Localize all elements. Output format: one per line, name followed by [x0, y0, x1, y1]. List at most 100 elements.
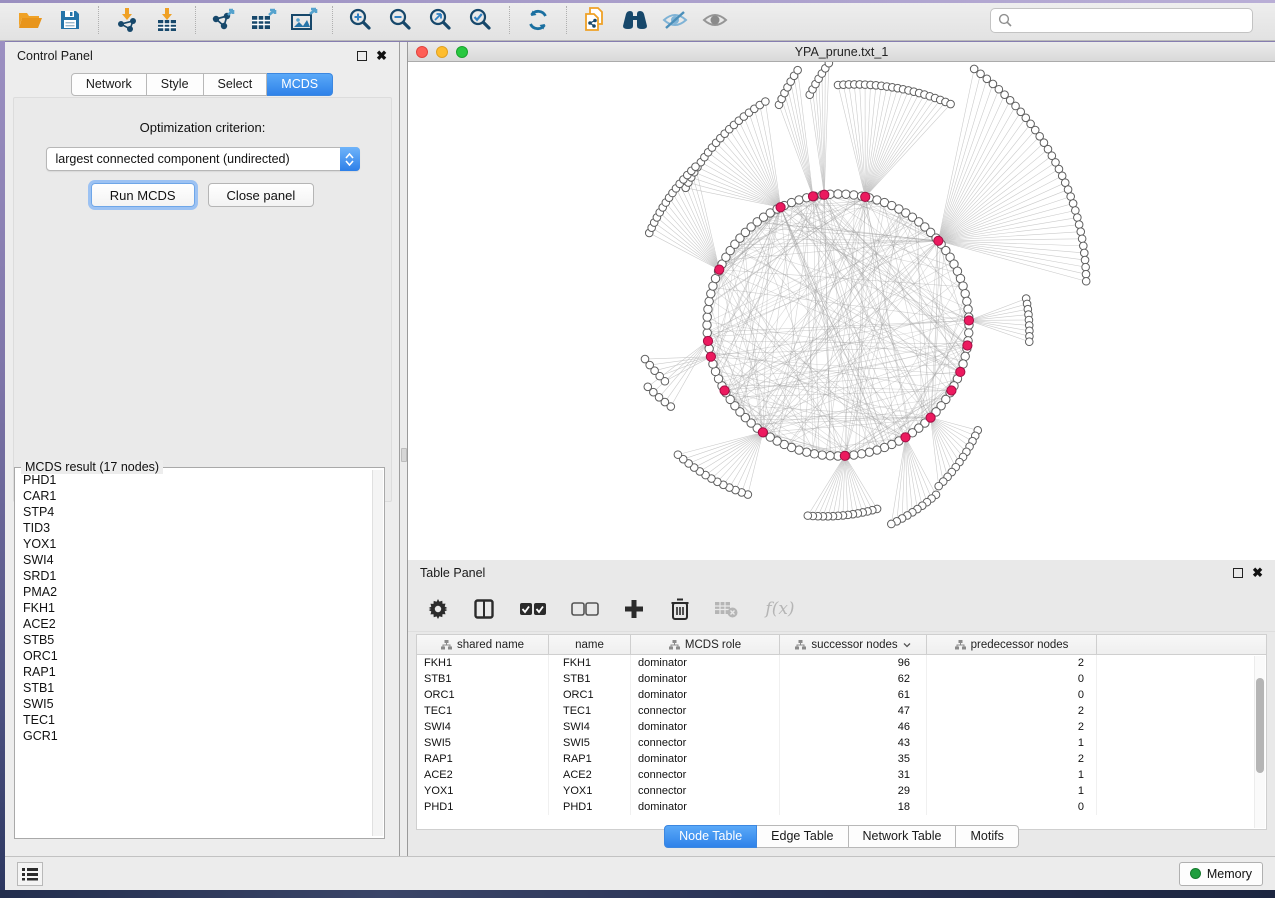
network-node[interactable] — [857, 450, 865, 458]
network-node[interactable] — [705, 297, 713, 305]
cell-name[interactable]: PHD1 — [549, 799, 631, 815]
mcds-result-item[interactable]: ACE2 — [23, 616, 371, 632]
network-leaf-node[interactable] — [825, 62, 833, 67]
mcds-node[interactable] — [715, 265, 724, 274]
mcds-result-item[interactable]: FKH1 — [23, 600, 371, 616]
network-node[interactable] — [703, 313, 711, 321]
mcds-result-item[interactable]: SWI4 — [23, 552, 371, 568]
tab-select[interactable]: Select — [204, 73, 268, 96]
network-node[interactable] — [961, 352, 969, 360]
table-row[interactable]: RAP1RAP1dominator352 — [417, 751, 1266, 767]
show-columns-icon[interactable] — [472, 597, 496, 621]
settings-icon[interactable] — [426, 597, 450, 621]
network-node[interactable] — [810, 450, 818, 458]
table-row[interactable]: SWI5SWI5connector431 — [417, 735, 1266, 751]
add-row-icon[interactable] — [622, 597, 646, 621]
mcds-node[interactable] — [703, 336, 712, 345]
cell-mcds-role[interactable]: dominator — [631, 671, 780, 687]
network-leaf-node[interactable] — [1025, 338, 1033, 346]
network-node[interactable] — [704, 305, 712, 313]
network-leaf-node[interactable] — [1080, 249, 1088, 257]
zoom-fit-icon[interactable] — [424, 4, 458, 36]
memory-button[interactable]: Memory — [1179, 862, 1263, 886]
network-leaf-node[interactable] — [970, 65, 978, 73]
cell-shared-name[interactable]: STB1 — [417, 671, 549, 687]
mcds-node[interactable] — [956, 367, 965, 376]
deselect-all-icon[interactable] — [570, 597, 600, 621]
column-header-successor-nodes[interactable]: successor nodes — [780, 635, 927, 654]
cell-name[interactable]: SWI4 — [549, 719, 631, 735]
cell-predecessor-nodes[interactable]: 0 — [927, 671, 1097, 687]
task-history-button[interactable] — [17, 862, 43, 886]
select-all-icon[interactable] — [518, 597, 548, 621]
table-row[interactable]: ORC1ORC1dominator610 — [417, 687, 1266, 703]
network-canvas[interactable] — [408, 62, 1275, 560]
export-image-icon[interactable] — [287, 4, 321, 36]
table-scrollbar[interactable] — [1254, 656, 1265, 828]
export-network-icon[interactable] — [207, 4, 241, 36]
cell-mcds-role[interactable]: connector — [631, 735, 780, 751]
cell-shared-name[interactable]: RAP1 — [417, 751, 549, 767]
cell-successor-nodes[interactable]: 31 — [780, 767, 927, 783]
cell-shared-name[interactable]: SWI5 — [417, 735, 549, 751]
zoom-out-icon[interactable] — [384, 4, 418, 36]
cell-mcds-role[interactable]: dominator — [631, 655, 780, 671]
cell-shared-name[interactable]: FKH1 — [417, 655, 549, 671]
open-file-icon[interactable] — [13, 4, 47, 36]
cell-name[interactable]: RAP1 — [549, 751, 631, 767]
network-leaf-node[interactable] — [888, 520, 896, 528]
cell-mcds-role[interactable]: dominator — [631, 719, 780, 735]
network-leaf-node[interactable] — [1080, 242, 1088, 250]
cell-successor-nodes[interactable]: 18 — [780, 799, 927, 815]
mcds-node[interactable] — [758, 428, 767, 437]
cell-successor-nodes[interactable]: 35 — [780, 751, 927, 767]
mcds-result-item[interactable]: YOX1 — [23, 536, 371, 552]
column-header-shared-name[interactable]: shared name — [417, 635, 549, 654]
network-leaf-node[interactable] — [1077, 228, 1085, 236]
network-node[interactable] — [795, 196, 803, 204]
hide-selected-icon[interactable] — [658, 4, 692, 36]
cell-predecessor-nodes[interactable]: 2 — [927, 719, 1097, 735]
network-leaf-node[interactable] — [1082, 270, 1090, 278]
network-node[interactable] — [703, 329, 711, 337]
mcds-node[interactable] — [820, 190, 829, 199]
cell-name[interactable]: SWI5 — [549, 735, 631, 751]
save-session-icon[interactable] — [53, 4, 87, 36]
network-node[interactable] — [964, 305, 972, 313]
search-field[interactable] — [990, 8, 1253, 33]
network-leaf-node[interactable] — [674, 451, 682, 459]
network-leaf-node[interactable] — [804, 512, 812, 520]
network-node[interactable] — [818, 451, 826, 459]
cell-predecessor-nodes[interactable]: 2 — [927, 703, 1097, 719]
table-row[interactable]: ACE2ACE2connector311 — [417, 767, 1266, 783]
network-leaf-node[interactable] — [1082, 277, 1090, 285]
cell-predecessor-nodes[interactable]: 0 — [927, 687, 1097, 703]
cell-successor-nodes[interactable]: 47 — [780, 703, 927, 719]
cell-predecessor-nodes[interactable]: 1 — [927, 735, 1097, 751]
table-row[interactable]: PHD1PHD1dominator180 — [417, 799, 1266, 815]
network-node[interactable] — [959, 282, 967, 290]
network-leaf-node[interactable] — [644, 383, 652, 391]
network-leaf-node[interactable] — [1075, 221, 1083, 229]
export-table-icon[interactable] — [247, 4, 281, 36]
cell-shared-name[interactable]: TEC1 — [417, 703, 549, 719]
cell-name[interactable]: ORC1 — [549, 687, 631, 703]
network-node[interactable] — [963, 297, 971, 305]
cell-shared-name[interactable]: PHD1 — [417, 799, 549, 815]
network-node[interactable] — [873, 446, 881, 454]
network-leaf-node[interactable] — [947, 100, 955, 108]
close-panel-icon[interactable]: ✖ — [376, 51, 387, 61]
cell-successor-nodes[interactable]: 96 — [780, 655, 927, 671]
cell-mcds-role[interactable]: connector — [631, 703, 780, 719]
tab-edge-table[interactable]: Edge Table — [757, 825, 848, 848]
network-leaf-node[interactable] — [1081, 256, 1089, 264]
mcds-result-item[interactable]: SRD1 — [23, 568, 371, 584]
mcds-list-scrollbar[interactable] — [372, 470, 383, 836]
column-header-name[interactable]: name — [549, 635, 631, 654]
mcds-result-item[interactable]: ORC1 — [23, 648, 371, 664]
table-row[interactable]: TEC1TEC1connector472 — [417, 703, 1266, 719]
tab-network[interactable]: Network — [71, 73, 147, 96]
mcds-result-item[interactable]: CAR1 — [23, 488, 371, 504]
network-node[interactable] — [850, 191, 858, 199]
mcds-result-item[interactable]: TEC1 — [23, 712, 371, 728]
